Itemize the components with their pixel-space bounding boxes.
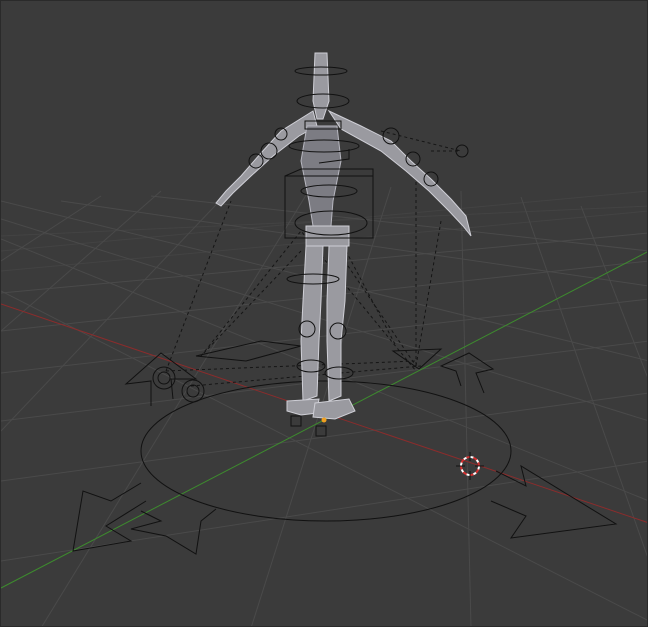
3d-cursor-icon[interactable] xyxy=(456,452,484,480)
viewport-scene[interactable] xyxy=(1,1,648,627)
object-origin-marker xyxy=(321,417,327,423)
3d-viewport[interactable] xyxy=(0,0,648,627)
character-mesh[interactable] xyxy=(215,52,472,420)
